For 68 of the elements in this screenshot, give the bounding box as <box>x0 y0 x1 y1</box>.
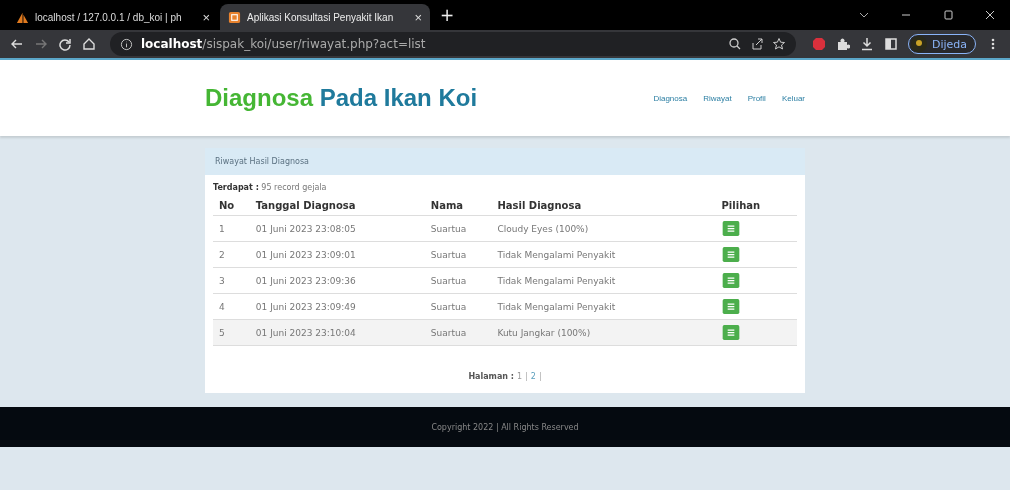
app-icon <box>228 10 241 24</box>
profile-button[interactable]: Dijeda <box>907 34 976 54</box>
download-icon[interactable] <box>859 37 874 51</box>
forward-icon[interactable] <box>34 37 48 51</box>
nav-link[interactable]: Riwayat <box>703 93 732 103</box>
list-icon-button[interactable] <box>721 273 740 288</box>
star-icon[interactable] <box>771 37 786 51</box>
column-header: Pilihan <box>715 196 797 216</box>
table-cell: 01 Juni 2023 23:09:01 <box>255 249 356 260</box>
list-icon-button[interactable] <box>721 247 740 262</box>
pagination-label: Halaman : <box>468 372 515 381</box>
table-cell: 4 <box>219 301 225 312</box>
table-cell: Kutu Jangkar (100%) <box>497 327 591 338</box>
site-title: Diagnosa Pada Ikan Koi <box>205 84 478 112</box>
tab-title: localhost / 127.0.0.1 / db_koi | ph <box>35 11 183 23</box>
table-cell: 2 <box>219 249 225 260</box>
close-tab-button[interactable]: × <box>202 9 210 25</box>
puzzle-icon[interactable] <box>835 37 850 51</box>
close-icon[interactable] <box>984 9 996 21</box>
side-panel-icon[interactable] <box>883 37 898 51</box>
table-cell: Cloudy Eyes (100%) <box>497 223 589 234</box>
table-cell: 1 <box>219 223 225 234</box>
table-cell: 01 Juni 2023 23:08:05 <box>255 223 356 234</box>
table-cell: 01 Juni 2023 23:10:04 <box>255 327 356 338</box>
table-cell: Suartua <box>430 249 467 260</box>
nav-link[interactable]: Diagnosa <box>653 93 688 103</box>
list-icon-button[interactable] <box>721 325 740 340</box>
home-icon[interactable] <box>82 37 96 51</box>
copyright-text: Copyright 2022 | All Rights Reserved <box>431 422 579 432</box>
nav-link[interactable]: Profil <box>747 93 766 103</box>
table-cell: Suartua <box>430 275 467 286</box>
new-tab-button[interactable]: + <box>440 5 455 25</box>
browser-tab[interactable]: localhost / 127.0.0.1 / db_koi | ph × <box>8 4 218 30</box>
record-count: Terdapat : 95 record gejala <box>213 183 328 192</box>
table-cell: Suartua <box>430 301 467 312</box>
column-header: Nama <box>424 196 492 216</box>
tab-title: Aplikasi Konsultasi Penyakit Ikan <box>247 11 395 23</box>
browser-tab[interactable]: Aplikasi Konsultasi Penyakit Ikan × <box>220 4 430 30</box>
avatar-icon <box>910 36 927 52</box>
column-header: No <box>213 196 250 216</box>
panel-heading: Riwayat Hasil Diagnosa <box>205 148 805 175</box>
separator: | <box>538 372 542 381</box>
close-tab-button[interactable]: × <box>414 9 422 25</box>
separator: | <box>525 372 528 381</box>
share-icon[interactable] <box>749 37 764 51</box>
table-cell: 5 <box>219 327 225 338</box>
table-cell: 01 Juni 2023 23:09:36 <box>255 275 356 286</box>
table-cell: Tidak Mengalami Penyakit <box>497 275 616 286</box>
table-cell: 01 Juni 2023 23:09:49 <box>255 301 356 312</box>
nav-link[interactable]: Keluar <box>781 93 805 103</box>
table-cell: Suartua <box>430 223 467 234</box>
table-cell: Suartua <box>430 327 467 338</box>
url-text: localhost/sispak_koi/user/riwayat.php?act=list <box>141 37 426 51</box>
table-cell: Tidak Mengalami Penyakit <box>497 301 616 312</box>
zoom-icon[interactable] <box>727 37 742 51</box>
column-header: Tanggal Diagnosa <box>249 196 425 216</box>
back-icon[interactable] <box>10 37 24 51</box>
table-cell: Tidak Mengalami Penyakit <box>497 249 616 260</box>
reload-icon[interactable] <box>58 37 72 51</box>
table-cell: 3 <box>219 275 225 286</box>
restore-icon[interactable] <box>942 9 954 21</box>
stop-sign-icon[interactable] <box>811 37 826 51</box>
sail-icon <box>16 10 29 24</box>
column-header: Hasil Diagnosa <box>491 196 716 216</box>
info-icon <box>120 37 133 51</box>
list-icon-button[interactable] <box>721 299 740 314</box>
list-icon-button[interactable] <box>721 221 740 236</box>
address-bar[interactable]: localhost/sispak_koi/user/riwayat.php?act=list <box>110 32 796 56</box>
